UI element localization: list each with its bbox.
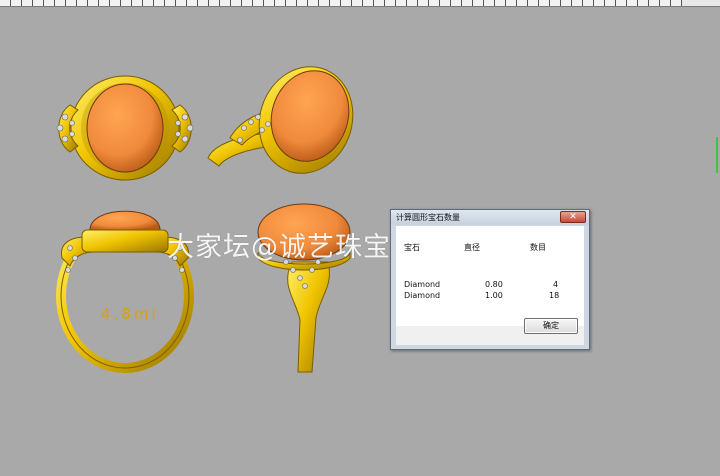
toolbar-button[interactable] bbox=[341, 0, 352, 6]
toolbar-button[interactable] bbox=[462, 0, 473, 6]
toolbar-button[interactable] bbox=[231, 0, 242, 6]
toolbar-button[interactable] bbox=[330, 0, 341, 6]
toolbar-button[interactable] bbox=[308, 0, 319, 6]
toolbar-button[interactable] bbox=[671, 0, 682, 6]
toolbar-button[interactable] bbox=[484, 0, 495, 6]
row-2-diameter: 1.00 bbox=[485, 291, 503, 300]
toolbar-button[interactable] bbox=[451, 0, 462, 6]
toolbar-button[interactable] bbox=[44, 0, 55, 6]
ring-view-top bbox=[56, 75, 194, 181]
toolbar-button[interactable] bbox=[517, 0, 528, 6]
toolbar-button[interactable] bbox=[198, 0, 209, 6]
toolbar-button[interactable] bbox=[506, 0, 517, 6]
toolbar-button[interactable] bbox=[209, 0, 220, 6]
toolbar-button[interactable] bbox=[605, 0, 616, 6]
toolbar-button[interactable] bbox=[297, 0, 308, 6]
toolbar-button[interactable] bbox=[264, 0, 275, 6]
toolbar-button[interactable] bbox=[352, 0, 363, 6]
row-2-count: 18 bbox=[549, 291, 560, 300]
toolbar-button[interactable] bbox=[22, 0, 33, 6]
row-2-stone: Diamond bbox=[404, 291, 441, 300]
toolbar-button[interactable] bbox=[495, 0, 506, 6]
toolbar-button[interactable] bbox=[539, 0, 550, 6]
ring-size-label: 4.8ml bbox=[101, 305, 159, 323]
toolbar-button[interactable] bbox=[154, 0, 165, 6]
top-toolbar bbox=[0, 0, 720, 7]
toolbar-button[interactable] bbox=[594, 0, 605, 6]
toolbar-button[interactable] bbox=[627, 0, 638, 6]
toolbar-button[interactable] bbox=[374, 0, 385, 6]
toolbar-button[interactable] bbox=[583, 0, 594, 6]
toolbar-button[interactable] bbox=[275, 0, 286, 6]
toolbar-button[interactable] bbox=[407, 0, 418, 6]
ok-button[interactable]: 确定 bbox=[524, 318, 578, 334]
toolbar-button[interactable] bbox=[550, 0, 561, 6]
toolbar-button[interactable] bbox=[286, 0, 297, 6]
toolbar-button[interactable] bbox=[66, 0, 77, 6]
toolbar-button[interactable] bbox=[473, 0, 484, 6]
toolbar-button[interactable] bbox=[616, 0, 627, 6]
toolbar-button[interactable] bbox=[429, 0, 440, 6]
toolbar-button[interactable] bbox=[319, 0, 330, 6]
column-header-count: 数目 bbox=[530, 243, 546, 252]
toolbar-button[interactable] bbox=[11, 0, 22, 6]
row-1-diameter: 0.80 bbox=[485, 280, 503, 289]
toolbar-button[interactable] bbox=[363, 0, 374, 6]
toolbar-button[interactable] bbox=[220, 0, 231, 6]
dialog-content: 宝石 直径 数目 Diamond 0.80 4 Diamond 1.00 18 bbox=[396, 226, 584, 326]
row-1-count: 4 bbox=[553, 280, 559, 289]
ring-view-perspective bbox=[207, 66, 354, 174]
toolbar-button[interactable] bbox=[110, 0, 121, 6]
toolbar-button[interactable] bbox=[165, 0, 176, 6]
toolbar-button[interactable] bbox=[143, 0, 154, 6]
3d-viewport[interactable]: 4.8ml 大家坛@诚艺珠宝高级定制 bbox=[0, 7, 718, 476]
toolbar-button[interactable] bbox=[99, 0, 110, 6]
toolbar-button[interactable] bbox=[33, 0, 44, 6]
dialog-title: 计算圆形宝石数量 bbox=[396, 213, 460, 222]
dialog-titlebar[interactable]: 计算圆形宝石数量 ✕ bbox=[391, 210, 589, 225]
toolbar-button[interactable] bbox=[88, 0, 99, 6]
toolbar-button[interactable] bbox=[385, 0, 396, 6]
toolbar-button[interactable] bbox=[132, 0, 143, 6]
close-button[interactable]: ✕ bbox=[560, 211, 586, 223]
toolbar-button[interactable] bbox=[55, 0, 66, 6]
toolbar-button[interactable] bbox=[660, 0, 671, 6]
row-1-stone: Diamond bbox=[404, 280, 441, 289]
toolbar-button[interactable] bbox=[253, 0, 264, 6]
gem-count-dialog: 计算圆形宝石数量 ✕ 宝石 直径 数目 Diamond 0.80 4 Diamo… bbox=[390, 209, 590, 350]
viewport-edge-marker bbox=[716, 137, 718, 173]
toolbar-button[interactable] bbox=[528, 0, 539, 6]
toolbar-button[interactable] bbox=[418, 0, 429, 6]
column-header-diameter: 直径 bbox=[464, 243, 480, 252]
column-header-stone: 宝石 bbox=[404, 243, 420, 252]
toolbar-button[interactable] bbox=[0, 0, 11, 6]
toolbar-button[interactable] bbox=[396, 0, 407, 6]
toolbar-button[interactable] bbox=[638, 0, 649, 6]
toolbar-button[interactable] bbox=[121, 0, 132, 6]
toolbar-button[interactable] bbox=[242, 0, 253, 6]
toolbar-button[interactable] bbox=[187, 0, 198, 6]
close-icon: ✕ bbox=[569, 212, 577, 222]
toolbar-button[interactable] bbox=[440, 0, 451, 6]
toolbar-button[interactable] bbox=[77, 0, 88, 6]
toolbar-button[interactable] bbox=[649, 0, 660, 6]
toolbar-button[interactable] bbox=[572, 0, 583, 6]
toolbar-button[interactable] bbox=[176, 0, 187, 6]
toolbar-button[interactable] bbox=[561, 0, 572, 6]
